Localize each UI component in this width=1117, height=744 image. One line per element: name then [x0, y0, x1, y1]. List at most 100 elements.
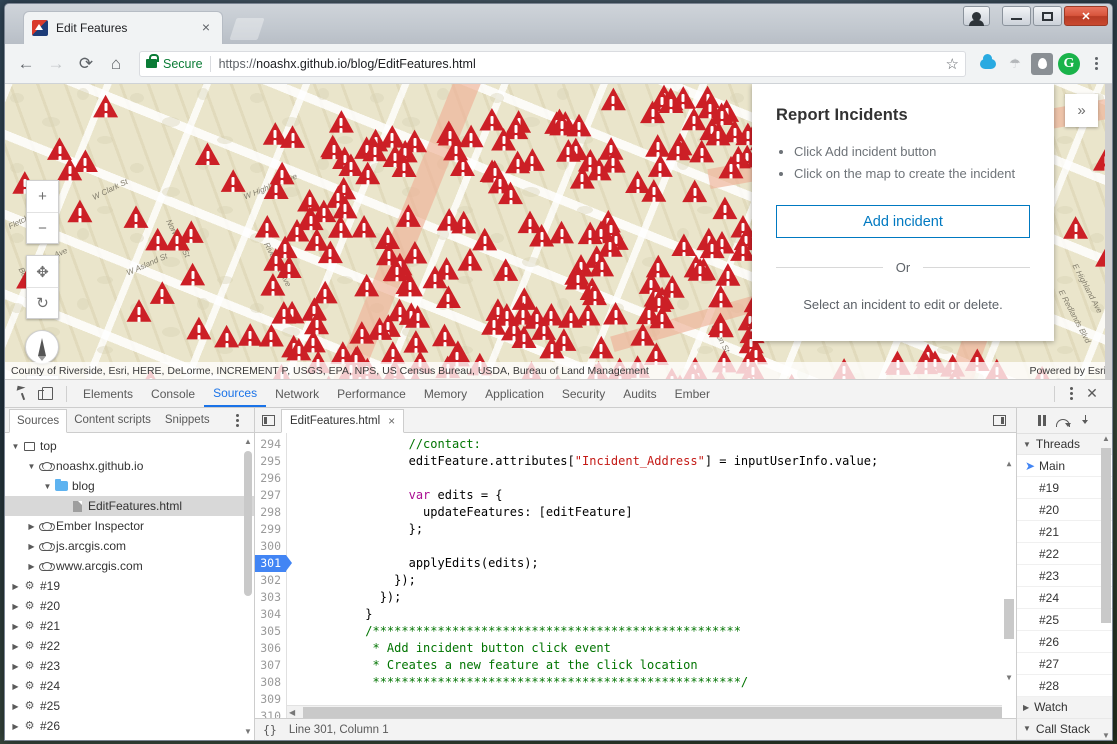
- debugger-scroll-up-arrow[interactable]: ▲: [1101, 434, 1111, 443]
- thread-row-main[interactable]: ➤ Main: [1017, 455, 1112, 478]
- tree-twisty-icon[interactable]: ▶: [9, 582, 22, 591]
- incident-marker[interactable]: [718, 155, 744, 179]
- map-pan-button[interactable]: ✥: [27, 256, 58, 287]
- thread-row-n21[interactable]: #21: [1017, 521, 1112, 544]
- tree-twisty-icon[interactable]: ▶: [25, 542, 38, 551]
- shield-extension-icon[interactable]: [1031, 52, 1053, 75]
- navigator-tab-snippets[interactable]: Snippets: [158, 408, 217, 432]
- devtools-close-button[interactable]: ✕: [1080, 385, 1104, 402]
- gutter-line-295[interactable]: 295: [255, 453, 286, 470]
- thread-row-n25[interactable]: #25: [1017, 609, 1112, 632]
- editor-hscroll-thumb[interactable]: [303, 707, 1002, 718]
- device-toolbar-button[interactable]: [35, 382, 59, 406]
- grammarly-extension-icon[interactable]: G: [1058, 52, 1080, 75]
- devtools-tab-network[interactable]: Network: [266, 380, 328, 407]
- tab-close-icon[interactable]: ×: [198, 20, 214, 36]
- scroll-down-arrow[interactable]: ▼: [244, 727, 252, 736]
- incident-marker[interactable]: [195, 142, 221, 166]
- incident-marker[interactable]: [397, 273, 423, 297]
- address-bar[interactable]: Secure https://noashx.github.io/blog/Edi…: [139, 50, 966, 77]
- gutter-line-302[interactable]: 302: [255, 572, 286, 589]
- editor-scroll-thumb[interactable]: [1004, 599, 1014, 639]
- incident-marker[interactable]: [435, 285, 461, 309]
- user-profile-button[interactable]: [963, 6, 990, 26]
- devtools-menu-button[interactable]: [1062, 387, 1080, 400]
- umbrella-extension-icon[interactable]: ☂: [1004, 53, 1026, 75]
- toggle-debugger-button[interactable]: [986, 408, 1012, 432]
- toggle-navigator-button[interactable]: [255, 408, 281, 432]
- incident-marker[interactable]: [558, 305, 584, 329]
- back-button[interactable]: ←: [11, 49, 41, 79]
- navigator-more-button[interactable]: [228, 413, 246, 427]
- incident-marker[interactable]: [351, 214, 377, 239]
- incident-marker[interactable]: [260, 273, 286, 297]
- file-tree-row[interactable]: ▼ top: [5, 436, 254, 456]
- incident-marker[interactable]: [93, 94, 119, 118]
- editor-vertical-scrollbar[interactable]: ▲ ▼: [1003, 459, 1015, 682]
- debugger-scrollbar[interactable]: ▲ ▼: [1101, 434, 1111, 740]
- thread-row-n19[interactable]: #19: [1017, 477, 1112, 500]
- gutter-line-298[interactable]: 298: [255, 504, 286, 521]
- inspect-element-button[interactable]: [11, 382, 35, 406]
- file-tree-row[interactable]: ▼ blog: [5, 476, 254, 496]
- incident-marker[interactable]: [67, 199, 93, 223]
- debugger-scroll-thumb[interactable]: [1101, 448, 1111, 623]
- map-zoom-out-button[interactable]: −: [27, 212, 58, 243]
- navigator-tab-content-scripts[interactable]: Content scripts: [67, 408, 158, 432]
- file-tree-row[interactable]: ▶ ⚙ #22: [5, 636, 254, 656]
- tree-twisty-icon[interactable]: ▶: [9, 622, 22, 631]
- devtools-tab-security[interactable]: Security: [553, 380, 614, 407]
- incident-marker[interactable]: [708, 314, 734, 338]
- incident-marker[interactable]: [220, 169, 246, 193]
- call-stack-section-header[interactable]: ▼ Call Stack: [1017, 718, 1112, 740]
- code-line-306[interactable]: * Add incident button click event: [293, 640, 1016, 657]
- gutter-line-299[interactable]: 299: [255, 521, 286, 538]
- reload-button[interactable]: ⟳: [71, 49, 101, 79]
- devtools-tab-console[interactable]: Console: [142, 380, 204, 407]
- debugger-scroll-down-arrow[interactable]: ▼: [1101, 731, 1111, 740]
- gutter-line-301[interactable]: 301: [255, 555, 292, 572]
- code-line-305[interactable]: /***************************************…: [293, 623, 1016, 640]
- incident-marker[interactable]: [539, 335, 565, 359]
- thread-row-n20[interactable]: #20: [1017, 499, 1112, 522]
- incident-marker[interactable]: [640, 100, 666, 124]
- file-tree-row[interactable]: ▶ www.arcgis.com: [5, 556, 254, 576]
- incident-marker[interactable]: [457, 248, 483, 272]
- gutter-line-306[interactable]: 306: [255, 640, 286, 657]
- gutter-line-297[interactable]: 297: [255, 487, 286, 504]
- incident-marker[interactable]: [682, 179, 708, 203]
- code-line-299[interactable]: };: [293, 521, 1016, 538]
- thread-row-n28[interactable]: #28: [1017, 675, 1112, 698]
- code-line-297[interactable]: var edits = {: [293, 487, 1016, 504]
- watch-section-header[interactable]: ▶ Watch: [1017, 697, 1112, 719]
- gutter-line-308[interactable]: 308: [255, 674, 286, 691]
- file-tree-row[interactable]: ▶ js.arcgis.com: [5, 536, 254, 556]
- code-line-294[interactable]: //contact:: [293, 436, 1016, 453]
- file-tree-row[interactable]: ▶ ⚙ #20: [5, 596, 254, 616]
- incident-marker[interactable]: [271, 301, 297, 325]
- gutter-line-304[interactable]: 304: [255, 606, 286, 623]
- editor-scroll-left-arrow[interactable]: ◀: [289, 706, 295, 719]
- editor-scroll-up-arrow[interactable]: ▲: [1004, 459, 1014, 468]
- tree-twisty-icon[interactable]: ▶: [9, 602, 22, 611]
- incident-marker[interactable]: [689, 139, 715, 163]
- code-content[interactable]: //contact: editFeature.attributes["Incid…: [287, 433, 1016, 718]
- incident-marker[interactable]: [600, 87, 626, 111]
- source-file-tab-close-icon[interactable]: ×: [388, 414, 395, 428]
- window-minimize-button[interactable]: [1002, 6, 1031, 26]
- window-maximize-button[interactable]: [1033, 6, 1062, 26]
- incident-marker[interactable]: [405, 305, 431, 329]
- tree-twisty-icon[interactable]: ▼: [41, 482, 54, 491]
- tree-twisty-icon[interactable]: ▼: [9, 442, 22, 451]
- bookmark-star-icon[interactable]: ☆: [940, 55, 959, 73]
- file-tree-row[interactable]: ▶ ⚙ #25: [5, 696, 254, 716]
- map-viewport[interactable]: W Clark StNorwood StBond StW Fern AveFle…: [5, 84, 1112, 379]
- devtools-tab-ember[interactable]: Ember: [666, 380, 719, 407]
- incident-marker[interactable]: [164, 227, 190, 252]
- incident-marker[interactable]: [180, 262, 206, 286]
- file-tree-scrollbar[interactable]: ▲ ▼: [244, 437, 252, 736]
- gutter-line-310[interactable]: 310: [255, 708, 286, 718]
- editor-scroll-down-arrow[interactable]: ▼: [1004, 673, 1014, 682]
- add-incident-button[interactable]: Add incident: [776, 205, 1030, 238]
- map-rotate-button[interactable]: ↻: [27, 287, 58, 318]
